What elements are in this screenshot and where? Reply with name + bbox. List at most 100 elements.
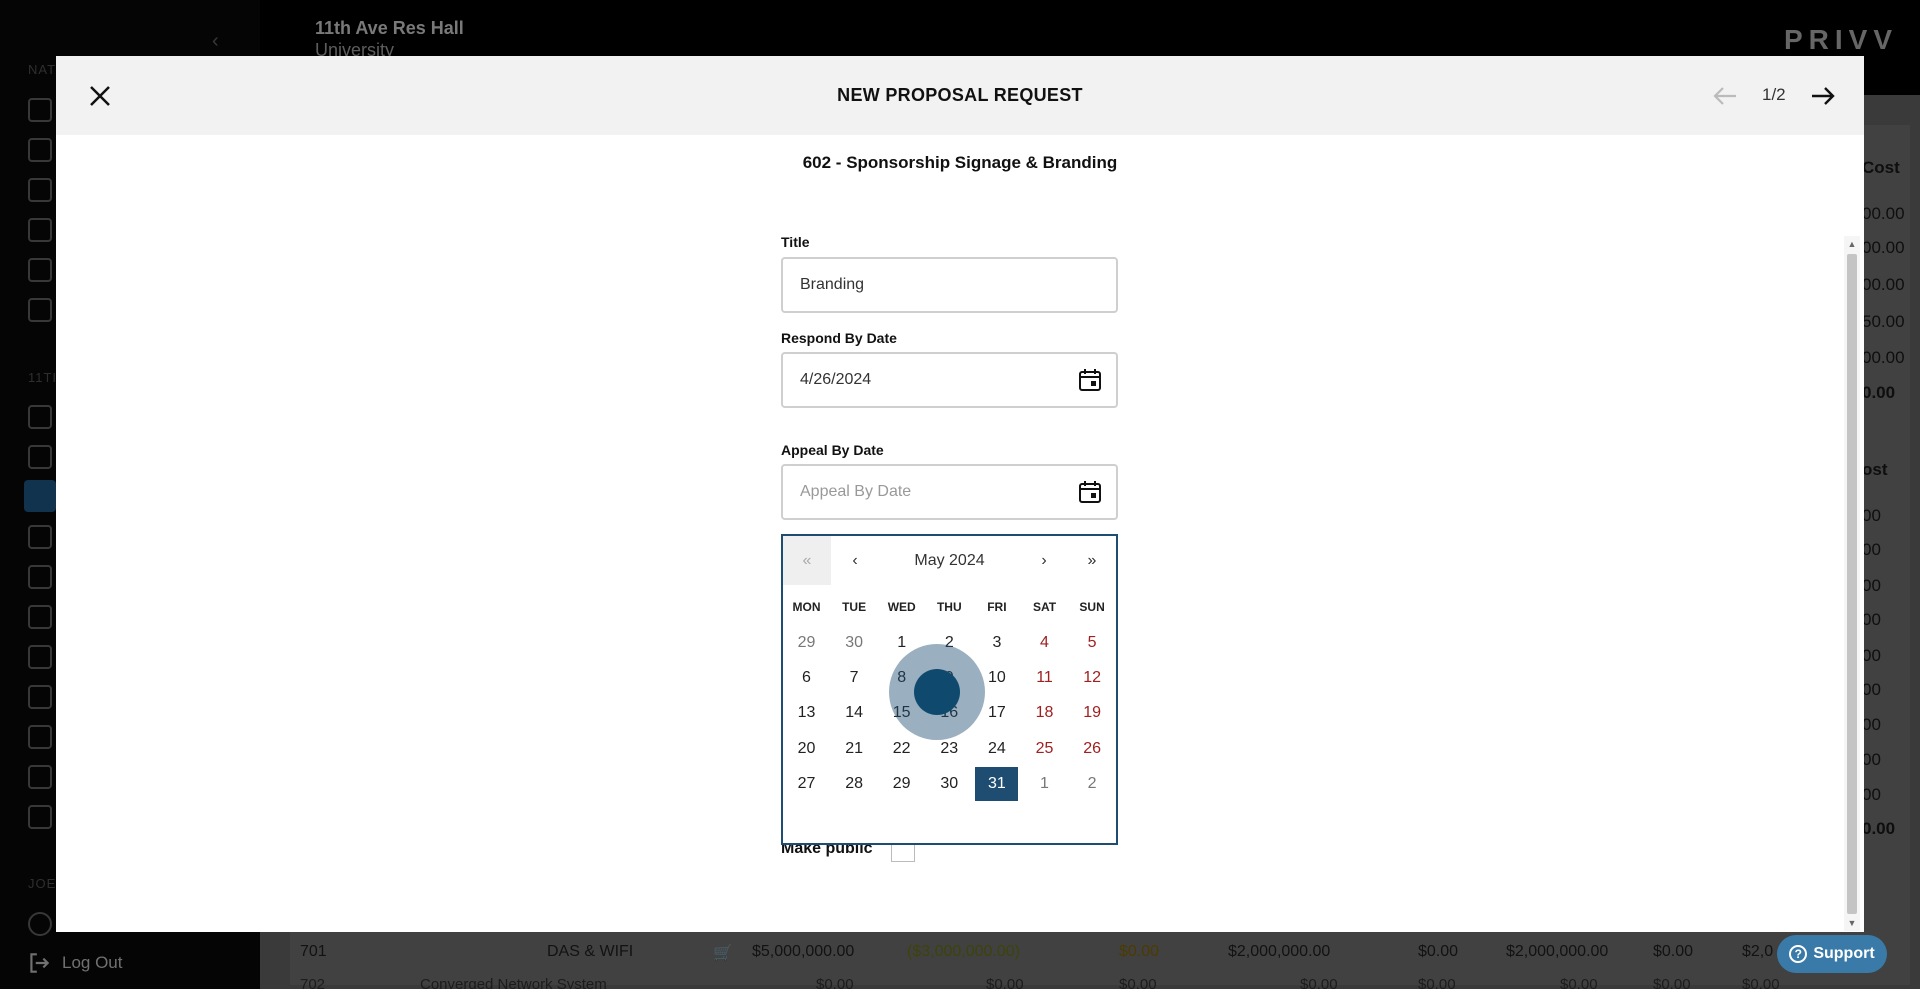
calendar-day-number: 31: [987, 775, 1006, 792]
calendar-day[interactable]: 29: [783, 624, 830, 662]
calendar-day[interactable]: 23: [926, 730, 973, 768]
calendar-day-number: 8: [897, 669, 907, 686]
calendar-day-number: 25: [1035, 740, 1054, 757]
calendar-day[interactable]: 2: [1069, 765, 1116, 803]
scroll-down-icon[interactable]: ▼: [1844, 915, 1860, 931]
calendar-day[interactable]: 12: [1069, 659, 1116, 697]
calendar-day[interactable]: 6: [783, 659, 830, 697]
scroll-up-icon[interactable]: ▲: [1844, 236, 1860, 252]
calendar-day[interactable]: 25: [1021, 730, 1068, 768]
appeal-by-input[interactable]: Appeal By Date: [781, 464, 1118, 520]
prev-year-button[interactable]: «: [783, 536, 831, 585]
calendar-day[interactable]: 30: [831, 624, 878, 662]
modal-header: NEW PROPOSAL REQUEST 1/2: [56, 56, 1864, 135]
calendar-day-number: 22: [892, 740, 911, 757]
calendar-day-number: 23: [940, 740, 959, 757]
calendar-day-number: 21: [845, 740, 863, 757]
calendar-day[interactable]: 22: [878, 730, 925, 768]
calendar-day[interactable]: 18: [1021, 694, 1068, 732]
appeal-by-placeholder: Appeal By Date: [800, 483, 912, 500]
calendar-day-number: 30: [940, 775, 959, 792]
calendar-day[interactable]: 7: [831, 659, 878, 697]
new-proposal-modal: NEW PROPOSAL REQUEST 1/2 602 - Sponsorsh…: [56, 56, 1864, 932]
calendar-day-number: 17: [987, 704, 1006, 721]
calendar-day[interactable]: 30: [926, 765, 973, 803]
calendar-day-number: 1: [1040, 775, 1049, 792]
calendar-day[interactable]: 28: [831, 765, 878, 803]
calendar-day-number: 12: [1083, 669, 1101, 686]
calendar-day[interactable]: 31: [973, 765, 1020, 803]
weekday-header: THU: [936, 600, 962, 614]
datepicker-popup: « ‹ May 2024 › » MON TUE WED THU FRI SAT SUN 2…: [781, 534, 1118, 845]
appeal-by-label: Appeal By Date: [781, 442, 884, 458]
calendar-day-number: 10: [987, 669, 1006, 686]
calendar-day-number: 26: [1083, 740, 1101, 757]
calendar-day[interactable]: 3: [973, 624, 1020, 662]
prev-month-button[interactable]: ‹: [831, 536, 879, 585]
arrow-right-icon: [1812, 87, 1835, 105]
calendar-icon[interactable]: [1077, 479, 1103, 505]
respond-by-value: 4/26/2024: [800, 371, 872, 388]
calendar-day-number: 1: [897, 634, 907, 651]
weekday-header: SUN: [1079, 600, 1105, 614]
prev-page-button[interactable]: [1710, 82, 1740, 110]
modal-title: NEW PROPOSAL REQUEST: [837, 85, 1083, 105]
calendar-day[interactable]: 17: [973, 694, 1020, 732]
calendar-day[interactable]: 21: [831, 730, 878, 768]
calendar-day[interactable]: 1: [878, 624, 925, 662]
respond-by-label: Respond By Date: [781, 330, 897, 346]
calendar-day[interactable]: 15: [878, 694, 925, 732]
calendar-day-number: 4: [1040, 634, 1049, 651]
calendar-day[interactable]: 14: [831, 694, 878, 732]
calendar-day[interactable]: 5: [1069, 624, 1116, 662]
calendar-day-number: 24: [987, 740, 1006, 757]
calendar-day[interactable]: 10: [973, 659, 1020, 697]
calendar-day-number: 6: [802, 669, 811, 686]
section-title: 602 - Sponsorship Signage & Branding: [802, 153, 1118, 172]
calendar-day[interactable]: 16: [926, 694, 973, 732]
title-input[interactable]: Branding: [781, 257, 1118, 313]
next-month-button[interactable]: ›: [1020, 536, 1068, 585]
calendar-day-number: 2: [1087, 775, 1097, 792]
month-label[interactable]: May 2024: [879, 536, 1020, 585]
calendar-day[interactable]: 9: [926, 659, 973, 697]
calendar-day-number: 9: [944, 669, 954, 686]
calendar-day[interactable]: 1: [1021, 765, 1068, 803]
calendar-icon[interactable]: [1077, 367, 1103, 393]
help-icon: ?: [1789, 945, 1808, 963]
scrollbar-thumb[interactable]: [1847, 254, 1857, 914]
calendar-day[interactable]: 27: [783, 765, 830, 803]
calendar-day-number: 30: [845, 634, 863, 651]
calendar-day-number: 14: [845, 704, 863, 721]
calendar-day[interactable]: 4: [1021, 624, 1068, 662]
calendar-day-number: 2: [944, 634, 954, 651]
calendar-day[interactable]: 20: [783, 730, 830, 768]
calendar-day-number: 20: [797, 740, 816, 757]
calendar-day[interactable]: 24: [973, 730, 1020, 768]
calendar-day-number: 7: [849, 669, 859, 686]
calendar-day[interactable]: 2: [926, 624, 973, 662]
weekday-header: FRI: [987, 600, 1007, 614]
calendar-day[interactable]: 11: [1021, 659, 1068, 697]
calendar-day[interactable]: 13: [783, 694, 830, 732]
modal-body: 602 - Sponsorship Signage & Branding Tit…: [56, 135, 1864, 932]
page-count: 1/2: [1762, 85, 1786, 104]
next-year-button[interactable]: »: [1068, 536, 1116, 585]
next-page-button[interactable]: [1808, 82, 1838, 110]
calendar-day-number: 28: [845, 775, 863, 792]
calendar-day-number: 27: [797, 775, 816, 792]
calendar-day[interactable]: 29: [878, 765, 925, 803]
calendar-day[interactable]: 26: [1069, 730, 1116, 768]
weekday-header: WED: [887, 600, 916, 614]
calendar-day-number: 13: [797, 704, 816, 721]
title-input-value: Branding: [800, 276, 865, 293]
calendar-day[interactable]: 8: [878, 659, 925, 697]
support-button[interactable]: ? Support: [1777, 935, 1887, 973]
weekday-header: TUE: [842, 600, 867, 614]
weekday-header: SAT: [1032, 600, 1057, 614]
modal-scrollbar[interactable]: ▲ ▼: [1844, 236, 1860, 931]
calendar-day-number: 19: [1083, 704, 1101, 721]
calendar-day[interactable]: 19: [1069, 694, 1116, 732]
respond-by-input[interactable]: 4/26/2024: [781, 352, 1118, 408]
weekday-header: MON: [792, 600, 821, 614]
